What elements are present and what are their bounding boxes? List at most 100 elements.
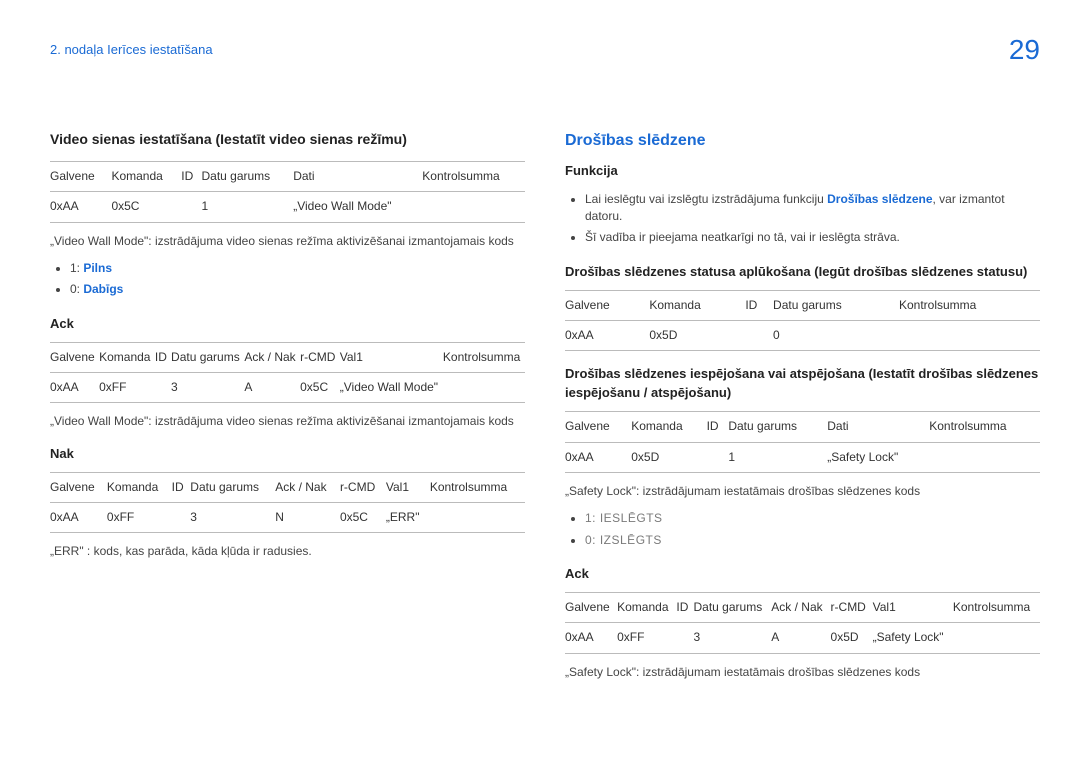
- chapter-link[interactable]: 2. nodaļa Ierīces iestatīšana: [50, 41, 213, 60]
- left-title: Video sienas iestatīšana (Iestatīt video…: [50, 129, 525, 149]
- th: ID: [745, 290, 773, 320]
- left-bullets1: 1: Pilns 0: Dabīgs: [70, 258, 525, 301]
- th: Val1: [340, 342, 443, 372]
- th: Komanda: [107, 472, 172, 502]
- left-ack-table: Galvene Komanda ID Datu garums Ack / Nak…: [50, 342, 525, 404]
- th: Komanda: [617, 592, 676, 622]
- th: Komanda: [631, 412, 706, 442]
- td: „Safety Lock": [873, 623, 953, 653]
- th: Ack / Nak: [244, 342, 300, 372]
- th: r-CMD: [340, 472, 386, 502]
- td: [745, 321, 773, 351]
- td: N: [275, 503, 340, 533]
- bullet-text: 0: IZSLĒGTS: [585, 533, 662, 547]
- td: „Safety Lock": [827, 442, 929, 472]
- td: 0xAA: [50, 192, 111, 222]
- td: 0xAA: [565, 623, 617, 653]
- left-ack-title: Ack: [50, 315, 525, 334]
- content-columns: Video sienas iestatīšana (Iestatīt video…: [50, 129, 1040, 689]
- left-note1: „Video Wall Mode": izstrādājuma video si…: [50, 233, 525, 250]
- td: [676, 623, 693, 653]
- td: 0x5C: [111, 192, 181, 222]
- th: Kontrolsumma: [430, 472, 525, 502]
- right-func-bullets: Lai ieslēgtu vai izslēgtu izstrādājuma f…: [585, 189, 1040, 249]
- td: 3: [694, 623, 772, 653]
- td: 0xFF: [107, 503, 172, 533]
- bullet-highlight: Dabīgs: [83, 282, 123, 296]
- td: 0: [773, 321, 899, 351]
- td: 0x5D: [831, 623, 873, 653]
- td: [953, 623, 1040, 653]
- th: Galvene: [565, 592, 617, 622]
- th: Kontrolsumma: [899, 290, 1040, 320]
- left-note2: „Video Wall Mode": izstrādājuma video si…: [50, 413, 525, 430]
- left-table1: Galvene Komanda ID Datu garums Dati Kont…: [50, 161, 525, 223]
- th: ID: [181, 161, 201, 191]
- right-set-table: Galvene Komanda ID Datu garums Dati Kont…: [565, 411, 1040, 473]
- right-ack-note: „Safety Lock": izstrādājumam iestatāmais…: [565, 664, 1040, 681]
- th: Ack / Nak: [275, 472, 340, 502]
- th: Val1: [873, 592, 953, 622]
- th: Galvene: [50, 161, 111, 191]
- right-title: Drošības slēdzene: [565, 129, 1040, 152]
- th: Datu garums: [171, 342, 244, 372]
- th: Komanda: [99, 342, 155, 372]
- td: A: [771, 623, 830, 653]
- td: [172, 503, 191, 533]
- th: r-CMD: [831, 592, 873, 622]
- th: Kontrolsumma: [422, 161, 525, 191]
- page-header: 2. nodaļa Ierīces iestatīšana 29: [50, 30, 1040, 71]
- td: 0xAA: [50, 503, 107, 533]
- td: [181, 192, 201, 222]
- td: [430, 503, 525, 533]
- bullet-pre: Šī vadība ir pieejama neatkarīgi no tā, …: [585, 230, 900, 244]
- th: Dati: [293, 161, 422, 191]
- td: „Video Wall Mode": [340, 373, 443, 403]
- td: 0xFF: [99, 373, 155, 403]
- th: Ack / Nak: [771, 592, 830, 622]
- td: 0x5C: [300, 373, 340, 403]
- th: Galvene: [565, 412, 631, 442]
- right-set-title: Drošības slēdzenes iespējošana vai atspē…: [565, 365, 1040, 403]
- list-item: 0: Dabīgs: [70, 279, 525, 300]
- th: Val1: [386, 472, 430, 502]
- td: 3: [190, 503, 275, 533]
- td: 3: [171, 373, 244, 403]
- td: [155, 373, 171, 403]
- th: Kontrolsumma: [443, 342, 525, 372]
- right-status-table: Galvene Komanda ID Datu garums Kontrolsu…: [565, 290, 1040, 352]
- bullet-pre: 0:: [70, 282, 83, 296]
- td: [929, 442, 1040, 472]
- right-sl-bullets: 1: IESLĒGTS 0: IZSLĒGTS: [585, 508, 1040, 551]
- right-sl-note: „Safety Lock": izstrādājumam iestatāmais…: [565, 483, 1040, 500]
- right-column: Drošības slēdzene Funkcija Lai ieslēgtu …: [565, 129, 1040, 689]
- th: ID: [676, 592, 693, 622]
- td: 0xAA: [50, 373, 99, 403]
- td: 0x5C: [340, 503, 386, 533]
- th: Datu garums: [201, 161, 293, 191]
- page-number: 29: [1009, 30, 1040, 71]
- th: Galvene: [50, 472, 107, 502]
- list-item: 1: Pilns: [70, 258, 525, 279]
- left-column: Video sienas iestatīšana (Iestatīt video…: [50, 129, 525, 689]
- td: [899, 321, 1040, 351]
- th: Dati: [827, 412, 929, 442]
- list-item: Lai ieslēgtu vai izslēgtu izstrādājuma f…: [585, 189, 1040, 228]
- th: Galvene: [50, 342, 99, 372]
- td: [707, 442, 729, 472]
- th: r-CMD: [300, 342, 340, 372]
- left-nak-title: Nak: [50, 445, 525, 464]
- right-status-title: Drošības slēdzenes statusa aplūkošana (I…: [565, 263, 1040, 282]
- td: 0x5D: [631, 442, 706, 472]
- th: Datu garums: [694, 592, 772, 622]
- bullet-highlight: Pilns: [83, 261, 112, 275]
- th: Datu garums: [773, 290, 899, 320]
- th: Komanda: [111, 161, 181, 191]
- td: [422, 192, 525, 222]
- th: ID: [155, 342, 171, 372]
- td: [443, 373, 525, 403]
- bullet-pre: Lai ieslēgtu vai izslēgtu izstrādājuma f…: [585, 192, 827, 206]
- bullet-highlight: Drošības slēdzene: [827, 192, 932, 206]
- left-nak-table: Galvene Komanda ID Datu garums Ack / Nak…: [50, 472, 525, 534]
- th: Galvene: [565, 290, 649, 320]
